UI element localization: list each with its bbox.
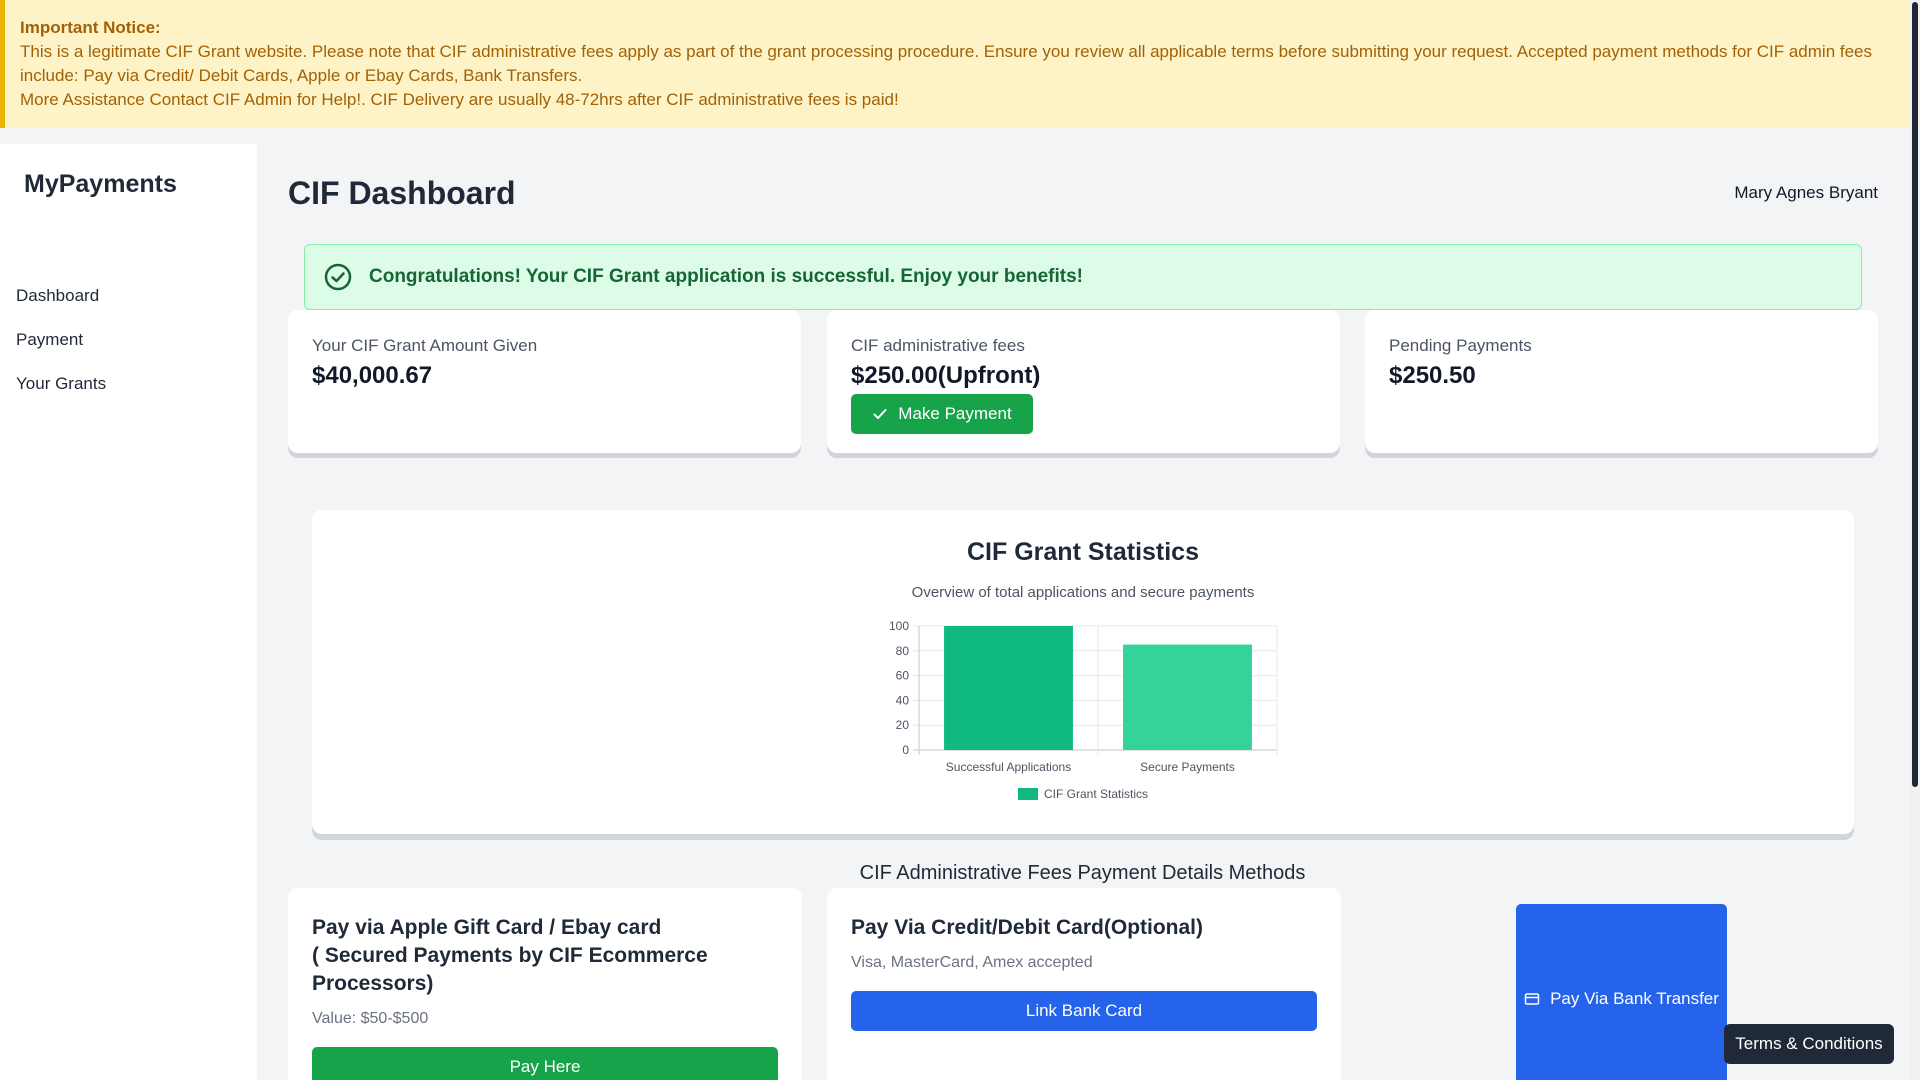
- credit-card-payment-card: Pay Via Credit/Debit Card(Optional) Visa…: [827, 888, 1341, 1080]
- make-payment-button[interactable]: Make Payment: [851, 394, 1033, 434]
- x-tick-label: Secure Payments: [1140, 760, 1235, 774]
- link-bank-card-button[interactable]: Link Bank Card: [851, 991, 1317, 1031]
- gift-card-title: Pay via Apple Gift Card / Ebay card ( Se…: [312, 914, 778, 998]
- y-tick-label: 100: [889, 619, 909, 633]
- legend-swatch: [1018, 788, 1038, 800]
- bar: [1123, 644, 1252, 750]
- page-title: CIF Dashboard: [288, 175, 516, 211]
- stat-label: Pending Payments: [1389, 336, 1532, 355]
- credit-card-icon: [1524, 993, 1540, 1005]
- sidebar: MyPayments Dashboard Payment Your Grants: [0, 144, 257, 1080]
- gift-card-value-range: Value: $50-$500: [312, 1010, 429, 1027]
- y-tick-label: 80: [896, 644, 910, 658]
- pending-payments-card: Pending Payments $250.50: [1365, 310, 1878, 453]
- y-tick-label: 20: [896, 718, 910, 732]
- check-icon: [873, 409, 887, 419]
- stat-label: Your CIF Grant Amount Given: [312, 336, 538, 355]
- y-tick-label: 60: [896, 669, 910, 683]
- success-alert: Congratulations! Your CIF Grant applicat…: [304, 244, 1862, 310]
- success-alert-text: Congratulations! Your CIF Grant applicat…: [369, 266, 1084, 287]
- stat-value: $250.50: [1389, 362, 1476, 389]
- sidebar-nav: Dashboard Payment Your Grants: [16, 274, 106, 406]
- credit-card-accepted: Visa, MasterCard, Amex accepted: [851, 954, 1093, 971]
- payment-methods-title: CIF Administrative Fees Payment Details …: [859, 862, 1306, 884]
- notice-title: Important Notice:: [20, 18, 161, 37]
- user-name[interactable]: Mary Agnes Bryant: [1734, 183, 1878, 203]
- sidebar-item-your-grants[interactable]: Your Grants: [16, 362, 106, 406]
- legend-label: CIF Grant Statistics: [1044, 787, 1148, 801]
- brand-logo[interactable]: MyPayments: [24, 170, 177, 199]
- sidebar-item-dashboard[interactable]: Dashboard: [16, 274, 106, 318]
- stat-value: $250.00(Upfront): [851, 362, 1041, 389]
- gift-card-title-line: Processors): [312, 972, 434, 995]
- notice-assistance-text: More Assistance Contact CIF Admin for He…: [20, 90, 899, 109]
- admin-fees-card: CIF administrative fees $250.00(Upfront)…: [827, 310, 1340, 453]
- grant-statistics-card: CIF Grant Statistics Overview of total a…: [312, 510, 1854, 834]
- bank-transfer-label: Pay Via Bank Transfer: [1550, 989, 1719, 1008]
- notice-text: This is a legitimate CIF Grant website. …: [20, 42, 1873, 85]
- gift-card-payment-card: Pay via Apple Gift Card / Ebay card ( Se…: [288, 888, 802, 1080]
- x-tick-label: Successful Applications: [946, 760, 1071, 774]
- check-circle-icon: [324, 263, 352, 291]
- y-tick-label: 40: [896, 693, 910, 707]
- pay-via-bank-transfer-button[interactable]: Pay Via Bank Transfer: [1516, 904, 1727, 1080]
- grant-amount-card: Your CIF Grant Amount Given $40,000.67: [288, 310, 801, 453]
- y-tick-label: 0: [902, 743, 909, 757]
- bar: [944, 626, 1073, 750]
- sidebar-item-payment[interactable]: Payment: [16, 318, 106, 362]
- terms-and-conditions-button[interactable]: Terms & Conditions: [1724, 1024, 1894, 1064]
- bar-chart: 0 20 40 60 80 100 Successful Applications Secur…: [889, 619, 1278, 801]
- credit-card-title: Pay Via Credit/Debit Card(Optional): [851, 916, 1204, 939]
- stat-value: $40,000.67: [312, 362, 433, 389]
- pay-here-button[interactable]: Pay Here: [312, 1047, 778, 1080]
- scrollbar-thumb[interactable]: [1912, 2, 1918, 787]
- page-scrollbar[interactable]: [1910, 0, 1920, 1080]
- gift-card-title-line: Pay via Apple Gift Card / Ebay card: [312, 916, 662, 939]
- stat-label: CIF administrative fees: [851, 336, 1025, 355]
- important-notice-banner: Important Notice: This is a legitimate C…: [0, 0, 1910, 128]
- make-payment-label: Make Payment: [898, 404, 1012, 423]
- gift-card-title-line: ( Secured Payments by CIF Ecommerce: [312, 944, 708, 967]
